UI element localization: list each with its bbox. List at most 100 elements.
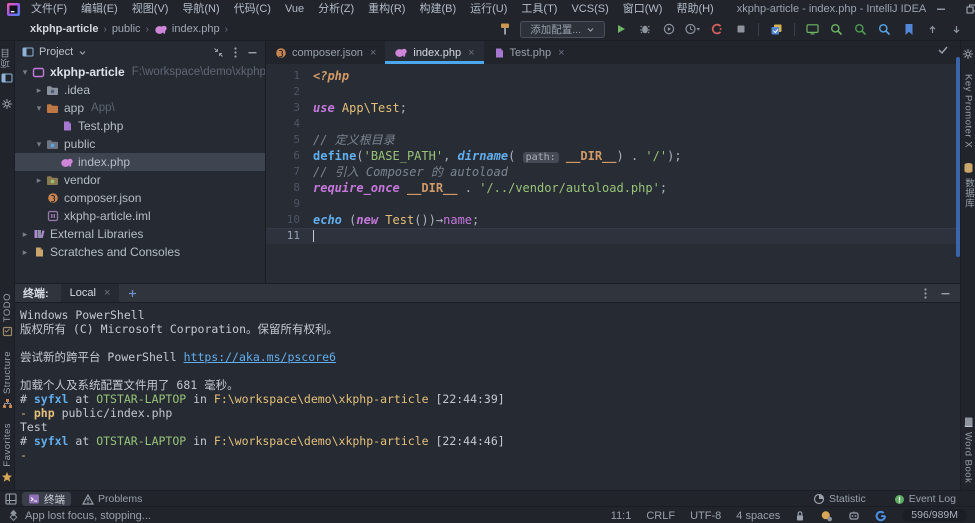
expand-arrow-icon[interactable]: ▸ [19,229,31,240]
tool-stripe-button-[interactable]: 项目 [0,48,14,84]
tool-window-toggle-icon[interactable] [5,493,17,505]
code-line-4[interactable]: 4 [266,116,961,132]
pscore6-link[interactable]: https://aka.ms/pscore6 [184,350,336,364]
settings-sync-icon[interactable] [768,21,785,38]
bookmark-icon[interactable] [900,21,917,38]
restore-button[interactable] [956,0,975,18]
tree-item-vendor[interactable]: ▸vendor [15,171,265,189]
expand-arrow-icon[interactable]: ▾ [33,103,45,114]
code-line-11[interactable]: 11 [266,228,961,244]
tree-item-composer-json[interactable]: composer.json [15,189,265,207]
tree-item-app[interactable]: ▾appApp\ [15,99,265,117]
run-coverage-icon[interactable] [660,21,677,38]
find-everywhere-icon[interactable] [876,21,893,38]
terminal-output[interactable]: Windows PowerShell版权所有 (C) Microsoft Cor… [15,303,961,462]
tool-stripe-button-gear-icon[interactable] [962,48,974,60]
tool-window-button-statistic[interactable]: Statistic [807,492,872,506]
terminal-options-icon[interactable] [923,287,928,300]
breadcrumb-item-index-php[interactable]: index.php [154,23,220,35]
code-line-8[interactable]: 8require_once __DIR__ . '/../vendor/auto… [266,180,961,196]
line-separator[interactable]: CRLF [646,510,675,522]
tree-item-xkphp-article[interactable]: ▾xkphp-articleF:\workspace\demo\xkphp-ar… [15,63,265,81]
replace-icon[interactable] [852,21,869,38]
code-line-3[interactable]: 3use App\Test; [266,100,961,116]
breadcrumb-item-xkphp-article[interactable]: xkphp-article [30,23,98,35]
menu-item[interactable]: 运行(U) [463,0,514,18]
run-button[interactable] [612,21,629,38]
tree-item-test-php[interactable]: Test.php [15,117,265,135]
tree-item-index-php[interactable]: index.php [15,153,265,171]
preview-icon[interactable] [804,21,821,38]
google-translate-icon[interactable] [875,510,887,522]
memory-indicator[interactable]: 596/989M [902,509,967,522]
debug-button[interactable] [636,21,653,38]
tool-window-button-problems[interactable]: Problems [76,492,148,506]
menu-item[interactable]: VCS(S) [564,0,615,18]
tool-stripe-button-todo[interactable]: TODO [2,293,13,337]
editor-tab-composer-json[interactable]: composer.json× [266,41,385,64]
search-icon[interactable] [828,21,845,38]
tool-stripe-button-[interactable]: 数据库 [961,162,975,208]
tab-close-icon[interactable]: × [468,47,474,59]
navigate-up-icon[interactable] [924,21,941,38]
file-encoding[interactable]: UTF-8 [690,510,721,522]
editor-tab-index-php[interactable]: index.php× [385,41,483,64]
minimize-button[interactable] [926,0,956,18]
stop-button[interactable] [732,21,749,38]
menu-item[interactable]: 编辑(E) [74,0,125,18]
tool-window-button-event-log[interactable]: Event Log [888,492,962,506]
menu-item[interactable]: 窗口(W) [616,0,670,18]
code-line-2[interactable]: 2 [266,84,961,100]
expand-arrow-icon[interactable]: ▾ [33,139,45,150]
tree-item-idea[interactable]: ▸.idea [15,81,265,99]
indent-setting[interactable]: 4 spaces [736,510,780,522]
tool-stripe-button-key-promoter-x[interactable]: Key Promoter X [963,74,974,148]
tool-stripe-button-favorites[interactable]: Favorites [1,423,13,483]
menu-item[interactable]: 文件(F) [24,0,74,18]
menu-item[interactable]: 导航(N) [175,0,226,18]
tab-close-icon[interactable]: × [370,47,376,59]
menu-item[interactable]: 重构(R) [361,0,412,18]
notifications-icon[interactable] [820,510,833,522]
hide-panel-icon[interactable] [247,47,258,58]
menu-item[interactable]: Vue [278,0,311,18]
tool-stripe-button-word-book[interactable]: Word Book [963,416,974,483]
code-line-5[interactable]: 5// 定义根目录 [266,132,961,148]
tree-item-scratches-and-consoles[interactable]: ▸Scratches and Consoles [15,243,265,261]
tool-stripe-button-structure[interactable]: Structure [2,351,13,409]
attach-profiler-icon[interactable] [708,21,725,38]
tool-window-button-[interactable]: 终端 [22,492,71,506]
code-line-7[interactable]: 7// 引入 Composer 的 autoload [266,164,961,180]
expand-arrow-icon[interactable]: ▸ [19,247,31,258]
menu-item[interactable]: 构建(B) [412,0,463,18]
collapse-panel-icon[interactable] [213,47,224,58]
tree-item-public[interactable]: ▾public [15,135,265,153]
terminal-tab-close-icon[interactable]: × [104,287,110,299]
terminal-tab-local[interactable]: Local × [61,284,120,302]
readonly-lock-icon[interactable] [795,510,805,522]
menu-item[interactable]: 代码(C) [227,0,278,18]
run-configurations-combo[interactable]: 添加配置... [520,21,605,38]
chevron-down-icon[interactable] [78,48,87,57]
menu-item[interactable]: 帮助(H) [669,0,720,18]
code-line-10[interactable]: 10echo (new Test())→name; [266,212,961,228]
menu-item[interactable]: 分析(Z) [311,0,361,18]
project-panel-title[interactable]: Project [39,46,73,58]
code-editor[interactable]: 1<?php23use App\Test;45// 定义根目录6define('… [266,64,961,283]
code-line-6[interactable]: 6define('BASE_PATH', dirname( path: __DI… [266,148,961,164]
profiler-icon[interactable] [684,21,701,38]
caret-position[interactable]: 11:1 [611,510,632,522]
build-hammer-icon[interactable] [496,21,513,38]
breadcrumb-item-public[interactable]: public [112,23,141,35]
menu-item[interactable]: 工具(T) [514,0,564,18]
expand-arrow-icon[interactable]: ▾ [19,67,31,78]
code-line-1[interactable]: 1<?php [266,68,961,84]
terminal-hide-icon[interactable] [940,288,951,299]
expand-arrow-icon[interactable]: ▸ [33,85,45,96]
tree-item-xkphp-article-iml[interactable]: xkphp-article.iml [15,207,265,225]
tree-item-external-libraries[interactable]: ▸External Libraries [15,225,265,243]
editor-tab-test-php[interactable]: Test.php× [484,41,574,64]
tab-close-icon[interactable]: × [558,47,564,59]
code-line-9[interactable]: 9 [266,196,961,212]
tool-stripe-button-gear-icon[interactable] [1,98,13,110]
